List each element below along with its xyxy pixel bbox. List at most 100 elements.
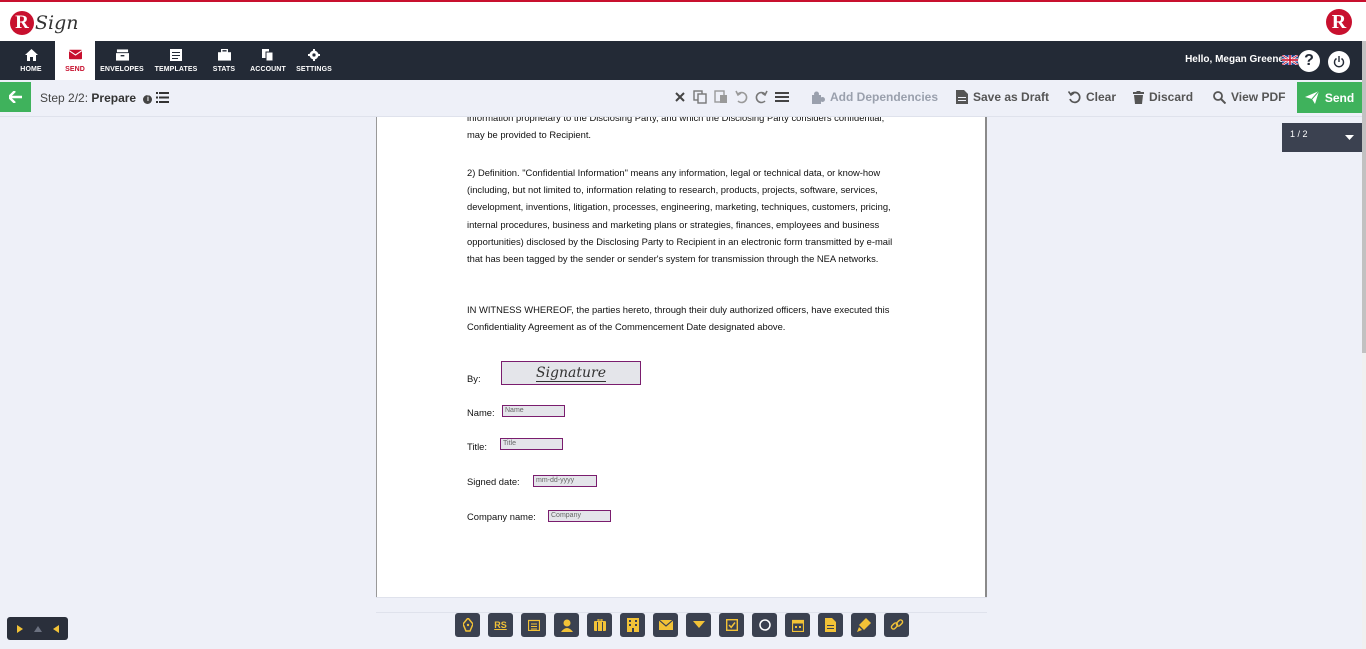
doc-paragraph-0: information proprietary to the Disclosin… [467,117,885,141]
briefcase-icon [217,48,231,61]
brand-logo-right: R [1326,9,1352,35]
name-field[interactable]: Name [502,405,565,417]
discard-label: Discard [1149,90,1194,104]
title-field[interactable]: Title [500,438,563,450]
menu-icon[interactable] [775,90,789,104]
reset-icon [1068,90,1081,103]
clear-button[interactable]: Clear [1068,90,1116,104]
signature-field[interactable]: Signature [501,361,641,385]
checkbox-icon[interactable] [719,613,744,637]
save-draft-label: Save as Draft [973,90,1050,104]
nav-templates-label: TEMPLATES [154,65,198,73]
list-icon[interactable] [156,92,169,103]
undo-icon[interactable] [735,90,748,104]
nav-stats[interactable]: STATS [210,41,238,80]
person-icon[interactable] [554,613,579,637]
back-button[interactable] [0,82,31,112]
redo-icon[interactable] [755,90,768,104]
nav-templates[interactable]: TEMPLATES [154,41,198,80]
by-label: By: [467,373,481,384]
radio-icon[interactable] [752,613,777,637]
close-icon[interactable] [674,90,686,104]
page-selector[interactable]: 1 / 2 [1282,123,1362,152]
paste-icon[interactable] [714,90,728,104]
page-indicator: 1 / 2 [1290,129,1308,139]
nav-settings[interactable]: SETTINGS [296,41,332,80]
signed-date-field[interactable]: mm-dd-yyyy [533,475,597,487]
file-icon [956,90,968,104]
rsign-logo[interactable]: R Sign [10,8,79,38]
play-right-icon[interactable] [16,624,23,633]
user-greeting: Hello, Megan Greene [1185,54,1284,65]
add-dependencies-button[interactable]: Add Dependencies [812,90,938,104]
briefcase-icon[interactable] [587,613,612,637]
link-icon[interactable] [884,613,909,637]
signed-date-label: Signed date: [467,476,520,487]
doc-paragraph-2: IN WITNESS WHEREOF, the parties hereto, … [467,304,890,333]
search-icon [1213,90,1226,104]
text-icon[interactable] [818,613,843,637]
home-icon [24,48,38,61]
chevron-down-icon [1345,135,1354,140]
nav-home[interactable]: HOME [11,41,51,80]
trash-icon [1133,90,1144,104]
main-nav: HOME SEND ENVELOPES TEMPLATES STATS ACCO… [0,41,1362,80]
triangle-up-icon[interactable] [33,625,42,632]
calendar-icon[interactable] [521,613,546,637]
paper-plane-icon [1304,91,1319,104]
step-indicator: Step 2/2: Prepare i [40,91,153,105]
stamp-icon[interactable] [851,613,876,637]
nav-envelopes-label: ENVELOPES [100,65,144,73]
view-pdf-label: View PDF [1231,90,1286,104]
nav-account[interactable]: ACCOUNT [249,41,287,80]
nav-home-label: HOME [20,65,42,73]
page-scrollbar[interactable] [1362,41,1366,649]
step-prefix: Step 2/2: [40,91,89,105]
add-dependencies-label: Add Dependencies [830,90,939,104]
view-pdf-button[interactable]: View PDF [1213,90,1285,104]
prepare-toolbar: Step 2/2: Prepare i Add Dependencies Sav… [0,80,1362,117]
logout-button[interactable] [1328,51,1350,73]
mini-navigation [7,617,68,640]
initials-icon[interactable]: RS [488,613,513,637]
copy-icon [262,48,275,61]
step-name: Prepare [91,91,137,105]
gear-icon [308,48,321,61]
company-name-label: Company name: [467,511,536,522]
signature-text: Signature [535,365,606,382]
dropdown-icon[interactable] [686,613,711,637]
power-icon [1333,56,1345,68]
nav-envelopes[interactable]: ENVELOPES [100,41,144,80]
signature-pen-icon[interactable] [455,613,480,637]
uk-flag-icon[interactable] [1282,55,1298,65]
nav-send-label: SEND [65,65,85,73]
discard-button[interactable]: Discard [1133,90,1193,104]
inbox-icon [115,48,129,61]
control-toolbox: RS [455,613,909,637]
nav-send[interactable]: SEND [55,41,95,80]
nav-stats-label: STATS [212,65,236,73]
scrollbar-thumb[interactable] [1362,41,1366,353]
send-button[interactable]: Send [1297,82,1362,113]
copy-icon[interactable] [693,90,707,104]
info-icon[interactable]: i [143,95,153,104]
clear-label: Clear [1086,90,1117,104]
company-field[interactable]: Company [548,510,611,522]
save-draft-button[interactable]: Save as Draft [956,90,1049,104]
send-label: Send [1324,90,1355,105]
building-icon[interactable] [620,613,645,637]
nav-account-label: ACCOUNT [250,65,286,73]
initials-label: RS [494,620,507,630]
date-icon[interactable] [785,613,810,637]
name-label: Name: [467,407,495,418]
envelope-icon [68,49,82,61]
title-label: Title: [467,441,487,452]
document-icon [170,48,183,61]
logo-letter: R [10,11,34,35]
email-icon[interactable] [653,613,678,637]
help-button[interactable]: ? [1298,50,1320,72]
play-left-icon[interactable] [52,624,59,633]
logo-text: Sign [35,12,79,34]
arrow-left-icon [9,91,22,103]
brand-bar: R Sign R [0,0,1366,41]
